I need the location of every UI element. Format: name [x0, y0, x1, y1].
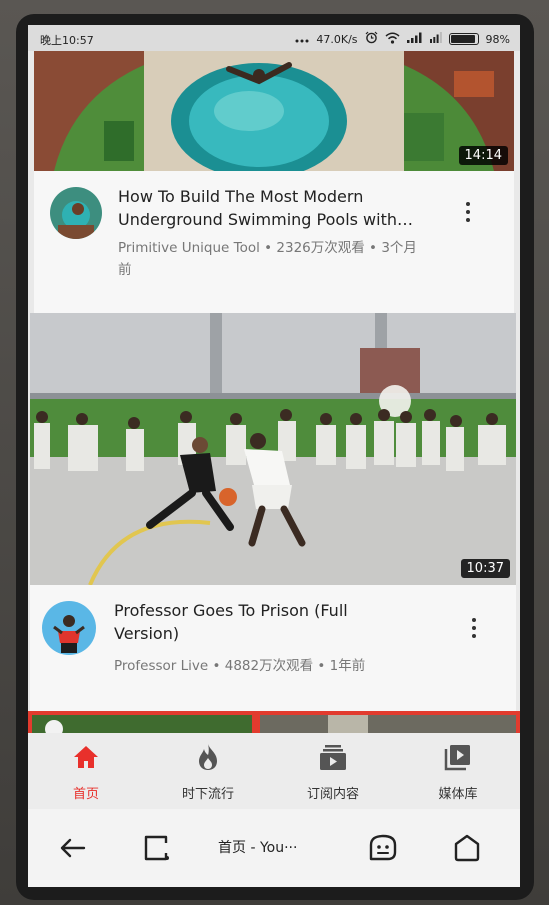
video-info-card[interactable]: Professor Goes To Prison (Full Version) … [30, 585, 516, 711]
page-title-pill[interactable]: 首页 - You··· [218, 837, 328, 861]
signal-icon [406, 32, 423, 46]
next-thumbnail-image [32, 715, 516, 733]
tab-label: 时下流行 [181, 787, 234, 802]
video-meta-line: Professor Live • 4882万次观看 • 1年前 [114, 658, 366, 674]
video-duration: 10:37 [460, 559, 510, 578]
video-info-card[interactable]: How To Build The Most Modern Underground… [34, 171, 514, 313]
video-title[interactable]: Professor Goes To Prison (Full Version) [114, 599, 434, 645]
video-title[interactable]: How To Build The Most Modern Underground… [118, 185, 438, 231]
browser-home-icon [450, 834, 484, 869]
wifi-icon [385, 32, 400, 47]
video-title-line: Underground Swimming Pools with… [118, 210, 413, 229]
tab-home[interactable]: 首页 [46, 733, 126, 809]
tab-label: 首页 [72, 787, 99, 802]
basketball-thumbnail-image [30, 313, 516, 585]
tabs-button[interactable] [140, 831, 174, 865]
home-button[interactable] [450, 831, 484, 865]
battery-icon [448, 33, 479, 45]
more-options-button[interactable] [464, 615, 484, 645]
video-thumbnail[interactable]: 14:14 [34, 51, 514, 171]
status-icons: 47.0K/s 98% [295, 31, 510, 47]
tabs-icon [140, 835, 174, 869]
home-icon [73, 745, 99, 773]
flame-icon [196, 743, 220, 775]
video-metadata: Primitive Unique Tool • 2326万次观看 • 3个月 前 [118, 237, 448, 281]
video-title-line: Version) [114, 624, 180, 643]
alarm-icon [365, 31, 378, 47]
channel-avatar[interactable] [42, 601, 96, 655]
video-metadata: Professor Live • 4882万次观看 • 1年前 [114, 655, 454, 677]
network-speed: 47.0K/s [316, 32, 358, 46]
video-title-line: How To Build The Most Modern [118, 187, 364, 206]
more-options-button[interactable] [458, 199, 478, 229]
subscriptions-icon [319, 743, 347, 775]
tab-label: 媒体库 [438, 787, 478, 802]
status-bar: 晚上10:57 47.0K/s 98% [28, 25, 520, 51]
video-meta-line: Primitive Unique Tool • 2326万次观看 • 3个月 [118, 240, 417, 256]
library-icon [444, 743, 472, 775]
back-arrow-icon [56, 838, 90, 869]
phone-screen: 晚上10:57 47.0K/s 98% 14:14 How To Build T… [28, 25, 520, 887]
tab-trending[interactable]: 时下流行 [168, 733, 248, 809]
tab-label: 订阅内容 [306, 787, 359, 802]
battery-level: 98% [485, 32, 510, 46]
video-meta-line: 前 [118, 262, 132, 278]
pool-thumbnail-image [34, 51, 514, 171]
assistant-face-icon [366, 834, 400, 869]
video-title-line: Professor Goes To Prison (Full [114, 601, 348, 620]
tab-subscriptions[interactable]: 订阅内容 [293, 733, 373, 809]
video-duration: 14:14 [458, 146, 508, 165]
tab-library[interactable]: 媒体库 [418, 733, 498, 809]
signal-icon-2 [429, 32, 442, 46]
more-dots-icon [295, 33, 309, 46]
video-thumbnail[interactable]: 10:37 [30, 313, 516, 585]
assistant-button[interactable] [366, 831, 400, 865]
browser-toolbar: 首页 - You··· [28, 809, 520, 887]
video-thumbnail[interactable] [28, 711, 520, 733]
back-button[interactable] [56, 831, 90, 865]
status-time: 晚上10:57 [40, 34, 94, 47]
channel-avatar[interactable] [50, 187, 102, 239]
bottom-tab-bar: 首页 时下流行 订阅内容 媒体库 [28, 733, 520, 809]
